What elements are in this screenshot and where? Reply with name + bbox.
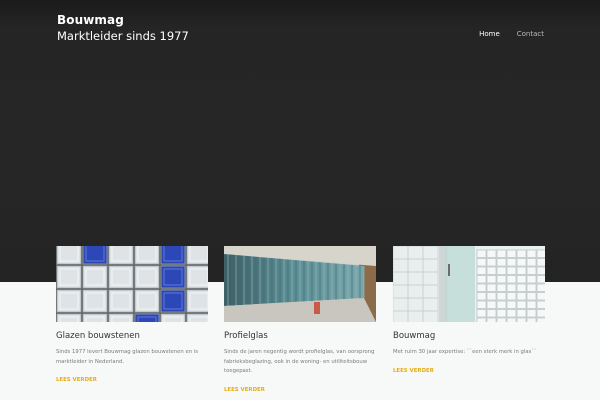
- site-title[interactable]: Bouwmag: [57, 13, 189, 27]
- read-more-link[interactable]: LEES VERDER: [56, 377, 208, 383]
- card-text: Sinds 1977 levert Bouwmag glazen bouwste…: [56, 349, 198, 365]
- card-title[interactable]: Bouwmag: [393, 331, 545, 341]
- card-image-glass-blocks[interactable]: [56, 246, 208, 322]
- card-image-glass-wall[interactable]: [393, 246, 545, 322]
- read-more-link[interactable]: LEES VERDER: [393, 368, 545, 374]
- card-bouwmag: Bouwmag Met ruim 30 jaar expertise: ``ee…: [393, 246, 545, 374]
- card-text: Sinds de jaren negentig wordt profielgla…: [224, 349, 375, 374]
- card-text: Met ruim 30 jaar expertise: ``een sterk …: [393, 349, 537, 355]
- main-nav: Home Contact: [479, 30, 544, 38]
- site-tagline: Marktleider sinds 1977: [57, 29, 189, 43]
- card-glazen-bouwstenen: Glazen bouwstenen Sinds 1977 levert Bouw…: [56, 246, 208, 383]
- site-brand[interactable]: Bouwmag Marktleider sinds 1977: [57, 13, 189, 43]
- nav-home[interactable]: Home: [479, 30, 500, 38]
- nav-contact[interactable]: Contact: [517, 30, 544, 38]
- card-title[interactable]: Profielglas: [224, 331, 376, 341]
- card-title[interactable]: Glazen bouwstenen: [56, 331, 208, 341]
- read-more-link[interactable]: LEES VERDER: [224, 387, 376, 393]
- card-image-profile-glass[interactable]: [224, 246, 376, 322]
- card-profielglas: Profielglas Sinds de jaren negentig word…: [224, 246, 376, 393]
